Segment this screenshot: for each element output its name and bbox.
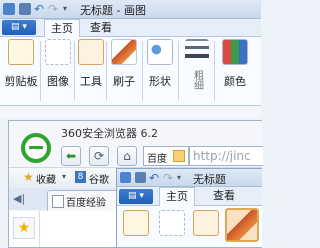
group-label: 形状 — [149, 75, 171, 88]
file-menu-button[interactable]: ▤ ▾ — [2, 20, 36, 35]
group-label: 图像 — [47, 75, 69, 88]
colors-group[interactable]: 颜色 — [220, 39, 250, 89]
search-engine-selector[interactable]: 百度 — [143, 146, 189, 166]
ribbon-panel — [117, 206, 262, 247]
brush-icon[interactable] — [225, 208, 259, 242]
browser-title: 360安全浏览器 6.2 — [61, 127, 158, 140]
brushes-group[interactable]: 刷子 — [110, 39, 138, 89]
redo-icon[interactable]: ↷ — [48, 3, 60, 15]
page-icon — [52, 195, 64, 208]
divider — [40, 41, 41, 101]
back-button[interactable]: ⬅ — [61, 146, 81, 166]
clipboard-group[interactable]: 剪贴板 — [4, 39, 38, 89]
favorites-label[interactable]: 收藏 — [36, 171, 56, 186]
browser-tab[interactable]: 百度经验 — [47, 190, 127, 211]
divider — [106, 41, 107, 101]
paint-app-icon — [3, 3, 15, 15]
browser-logo-icon — [21, 133, 51, 163]
group-label: 剪贴板 — [4, 75, 38, 88]
ribbon-tabs: ▤ ▾ 主页 查看 — [0, 19, 261, 38]
save-icon[interactable] — [135, 172, 146, 183]
ribbon-tabs: ▤ ▾ 主页 查看 — [117, 187, 262, 206]
pencil-icon — [78, 39, 104, 65]
sidebar-divider — [39, 211, 40, 247]
group-label: 粗细 — [191, 70, 203, 90]
star-icon: ★ — [23, 170, 34, 184]
divider — [74, 41, 75, 101]
refresh-button[interactable]: ⟳ — [89, 146, 109, 166]
redo-icon[interactable]: ↷ — [163, 172, 175, 184]
paint-app-icon — [120, 172, 131, 183]
search-engine-badge-icon — [173, 150, 185, 162]
search-engine-label: 百度 — [147, 154, 167, 165]
favorites-dropdown-icon[interactable]: ▾ — [62, 172, 66, 181]
divider — [142, 41, 143, 101]
tools-group[interactable]: 工具 — [78, 39, 104, 89]
image-icon — [45, 39, 71, 65]
line-width-icon — [185, 39, 209, 63]
paint-window-front: ↶ ↷ ▾ 无标题 ▤ ▾ 主页 查看 — [116, 168, 262, 247]
group-label: 工具 — [80, 75, 102, 88]
divider — [214, 41, 215, 101]
shapes-icon — [147, 39, 173, 65]
undo-icon[interactable]: ↶ — [149, 172, 161, 184]
tab-home[interactable]: 主页 — [159, 187, 195, 206]
window-title: 无标题 — [193, 173, 226, 186]
address-bar-value: http://jinc — [193, 149, 251, 163]
color-palette-icon — [222, 39, 248, 65]
divider — [178, 41, 179, 101]
size-group[interactable]: 粗细 — [182, 39, 212, 93]
pencil-icon[interactable] — [193, 210, 219, 236]
paint-window-back: ↶ ↷ ▾ 无标题 - 画图 ▤ ▾ 主页 查看 剪贴板 图像 工具 刷子 形状… — [0, 0, 261, 118]
tab-label: 百度经验 — [66, 198, 106, 209]
ribbon-panel: 剪贴板 图像 工具 刷子 形状 粗细 颜色 — [0, 37, 261, 106]
title-bar: ↶ ↷ ▾ 无标题 - 画图 — [0, 0, 261, 19]
title-bar: ↶ ↷ ▾ 无标题 — [117, 169, 262, 187]
home-button[interactable]: ⌂ — [117, 146, 137, 166]
tab-view[interactable]: 查看 — [84, 19, 118, 36]
group-label: 刷子 — [113, 75, 135, 88]
address-bar[interactable]: http://jinc — [189, 146, 263, 166]
tab-home[interactable]: 主页 — [44, 19, 80, 38]
qat-dropdown-icon[interactable]: ▾ — [177, 172, 185, 184]
file-menu-icon[interactable]: ▤ ▾ — [119, 189, 153, 204]
sidebar-toggle-icon[interactable]: ◀| — [13, 192, 27, 206]
clipboard-icon[interactable] — [123, 210, 149, 236]
group-label: 颜色 — [224, 75, 246, 88]
save-icon[interactable] — [19, 3, 31, 15]
qat-dropdown-icon[interactable]: ▾ — [63, 3, 71, 15]
undo-icon[interactable]: ↶ — [34, 3, 46, 15]
image-group[interactable]: 图像 — [44, 39, 72, 89]
clipboard-icon — [8, 39, 34, 65]
image-icon[interactable] — [159, 210, 185, 236]
window-title: 无标题 - 画图 — [80, 4, 146, 17]
tab-view[interactable]: 查看 — [207, 187, 241, 204]
google-icon: 8 — [75, 171, 86, 183]
brush-icon — [111, 39, 137, 65]
shapes-group[interactable]: 形状 — [146, 39, 174, 89]
google-label[interactable]: 谷歌 — [89, 171, 109, 186]
sidebar-favorites-icon[interactable]: ★ — [13, 217, 35, 239]
